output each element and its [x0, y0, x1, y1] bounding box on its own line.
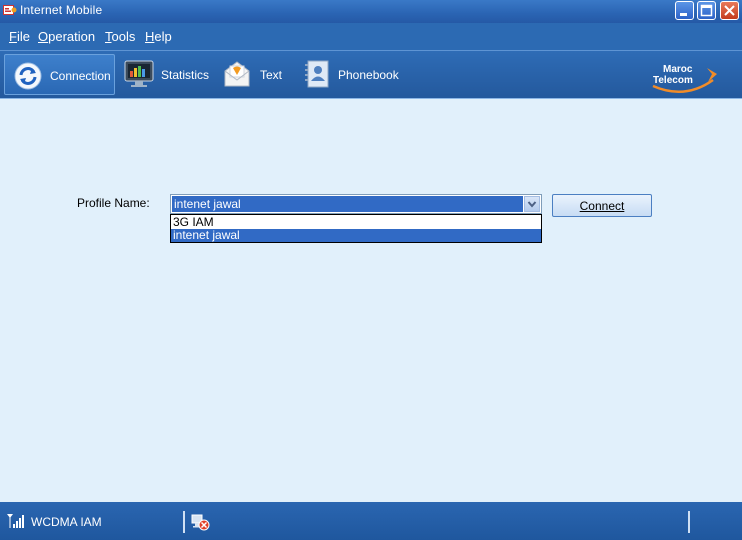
app-icon — [3, 5, 17, 15]
connection-icon — [14, 62, 42, 90]
profile-name-combobox[interactable]: intenet jawal — [170, 194, 542, 214]
combobox-dropdown-button[interactable] — [524, 196, 540, 212]
envelope-icon — [224, 61, 250, 87]
minimize-icon — [680, 13, 687, 16]
maximize-icon — [700, 4, 713, 17]
text-label: Text — [260, 68, 283, 82]
statistics-label: Statistics — [161, 68, 210, 82]
phonebook-label: Phonebook — [338, 68, 399, 82]
main-content — [0, 100, 742, 502]
status-bar: WCDMA IAM — [0, 502, 742, 540]
menu-help[interactable]: Help — [145, 29, 172, 44]
profile-dropdown-list: 3G IAM intenet jawal — [170, 214, 542, 243]
svg-text:Telecom: Telecom — [653, 75, 693, 86]
status-separator-right — [688, 511, 690, 533]
connection-label: Connection — [50, 69, 111, 83]
close-icon — [724, 5, 735, 16]
menu-file[interactable]: File — [9, 29, 30, 44]
maroc-telecom-logo: Maroc Telecom — [652, 64, 717, 93]
statistics-button[interactable]: Statistics — [120, 54, 212, 95]
svg-text:Maroc: Maroc — [663, 64, 693, 75]
text-button[interactable]: Text — [220, 54, 290, 95]
maximize-button[interactable] — [697, 1, 716, 20]
profile-name-value: intenet jawal — [172, 196, 523, 212]
disconnected-icon — [191, 514, 210, 531]
toolbar: Connection Statistics Text Phonebook — [0, 51, 742, 99]
status-separator — [183, 511, 185, 533]
window-title: Internet Mobile — [20, 3, 103, 17]
profile-name-label: Profile Name: — [77, 196, 150, 210]
dropdown-option-intenet-jawal[interactable]: intenet jawal — [171, 229, 541, 242]
phonebook-button[interactable]: Phonebook — [300, 54, 400, 95]
menu-bar: File Operation Tools Help — [0, 23, 742, 51]
statistics-icon — [124, 60, 154, 87]
menu-operation[interactable]: Operation — [38, 29, 95, 44]
menu-tools[interactable]: Tools — [105, 29, 135, 44]
phonebook-icon — [305, 60, 329, 88]
chevron-down-icon — [527, 201, 537, 208]
network-status: WCDMA IAM — [31, 515, 102, 529]
connection-button[interactable]: Connection — [4, 54, 115, 95]
signal-strength-icon — [7, 514, 24, 528]
title-bar[interactable]: Internet Mobile — [0, 0, 742, 23]
minimize-button[interactable] — [675, 1, 694, 20]
connect-button[interactable]: Connect — [552, 194, 652, 217]
close-button[interactable] — [720, 1, 739, 20]
